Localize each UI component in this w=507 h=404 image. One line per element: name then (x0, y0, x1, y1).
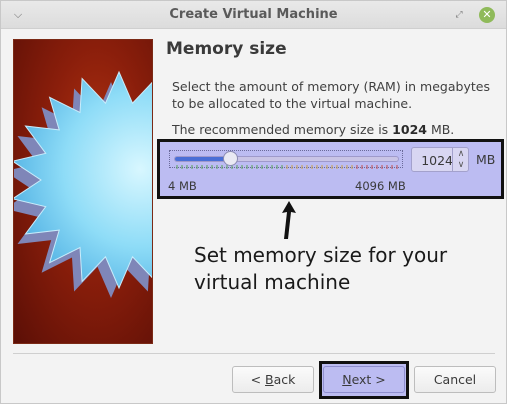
back-rest: ack (273, 372, 296, 387)
recommend-prefix: The recommended memory size is (172, 122, 393, 137)
slider-min-label: 4 MB (168, 179, 197, 193)
page-description: Select the amount of memory (RAM) in meg… (172, 79, 490, 111)
create-vm-dialog: ⌵ Create Virtual Machine ⤢ ✕ Memory size… (0, 0, 507, 404)
back-mnemonic: B (265, 372, 274, 387)
close-icon[interactable]: ✕ (479, 7, 495, 23)
back-prefix: < (250, 372, 266, 387)
back-button[interactable]: < Back (232, 366, 314, 393)
spin-down-icon[interactable]: ∨ (453, 160, 469, 171)
title-bar[interactable]: ⌵ Create Virtual Machine ⤢ ✕ (1, 1, 506, 29)
page-heading: Memory size (166, 39, 287, 59)
memory-value-input[interactable]: 1024 (417, 153, 453, 168)
next-rest: ext > (351, 372, 386, 387)
window-title: Create Virtual Machine (169, 7, 338, 22)
next-button[interactable]: Next > (323, 366, 405, 393)
memory-unit: MB (476, 152, 496, 167)
slider-ticks (176, 165, 398, 169)
recommend-suffix: MB. (426, 122, 455, 137)
recommended-size-text: The recommended memory size is 1024 MB. (172, 122, 454, 137)
memory-spinbox[interactable]: 1024 ∧ ∨ (411, 147, 469, 172)
cancel-button[interactable]: Cancel (414, 366, 496, 393)
memory-slider[interactable] (174, 156, 399, 162)
restore-icon[interactable]: ⤢ (453, 9, 465, 21)
next-mnemonic: N (342, 372, 352, 387)
wizard-side-image (13, 39, 153, 344)
slider-max-label: 4096 MB (355, 179, 406, 193)
annotation-text: Set memory size for your virtual machine (194, 243, 448, 294)
annotation-arrow (282, 201, 296, 239)
recommend-value: 1024 (392, 122, 427, 137)
starburst-graphic (14, 70, 152, 298)
button-separator (13, 353, 495, 354)
spin-up-icon[interactable]: ∧ (453, 149, 469, 160)
